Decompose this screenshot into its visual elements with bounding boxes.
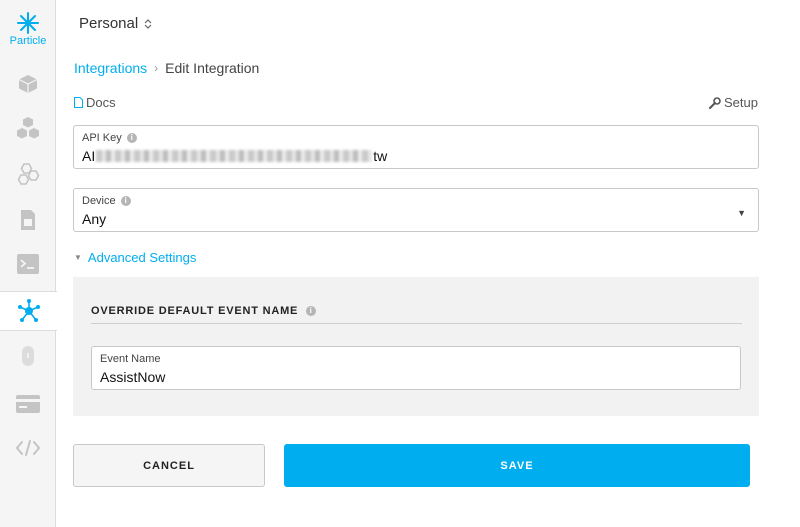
redacted-key xyxy=(96,150,373,162)
document-icon xyxy=(74,97,83,108)
docs-label: Docs xyxy=(86,95,116,110)
save-button[interactable]: SAVE xyxy=(284,444,750,487)
sidebar-item-console[interactable] xyxy=(0,244,56,284)
breadcrumb-integrations-link[interactable]: Integrations xyxy=(74,60,147,76)
api-key-suffix: tw xyxy=(373,148,388,164)
advanced-settings-toggle[interactable]: ▼ Advanced Settings xyxy=(74,250,196,265)
org-selector[interactable]: Personal xyxy=(79,15,152,32)
terminal-icon xyxy=(17,254,39,274)
cubes-icon xyxy=(17,117,39,139)
org-name: Personal xyxy=(79,15,139,32)
sidebar-item-authentication[interactable] xyxy=(0,336,56,376)
caret-down-icon: ▼ xyxy=(737,208,746,218)
sidebar-item-mesh[interactable] xyxy=(0,154,56,194)
device-label: Device xyxy=(82,195,116,207)
breadcrumb: Integrations › Edit Integration xyxy=(74,60,259,76)
sidebar-item-products[interactable] xyxy=(0,108,56,148)
particle-star-icon xyxy=(17,12,39,34)
breadcrumb-current: Edit Integration xyxy=(165,60,260,76)
wrench-icon xyxy=(709,96,721,109)
event-name-value: AssistNow xyxy=(100,369,166,385)
divider xyxy=(91,323,742,324)
info-icon[interactable]: i xyxy=(120,196,131,206)
event-name-label: Event Name xyxy=(100,353,161,365)
particle-logo[interactable]: Particle xyxy=(0,12,56,58)
breadcrumb-separator: › xyxy=(154,61,159,75)
sidebar-item-code[interactable] xyxy=(0,428,56,468)
api-key-label: API Key xyxy=(82,132,122,144)
section-title-text: OVERRIDE DEFAULT EVENT NAME xyxy=(91,305,299,317)
sidebar-item-sim-cards[interactable] xyxy=(0,200,56,240)
hexagons-icon xyxy=(17,163,40,185)
sidebar-item-billing[interactable] xyxy=(0,384,56,424)
triangle-down-icon: ▼ xyxy=(74,253,82,262)
api-key-value: AI tw xyxy=(82,148,387,164)
info-icon[interactable]: i xyxy=(126,133,137,143)
device-label-row: Device i xyxy=(82,195,131,207)
docs-link[interactable]: Docs xyxy=(74,95,116,110)
chevron-up-down-icon xyxy=(144,18,152,29)
api-key-label-row: API Key i xyxy=(82,132,137,144)
setup-label: Setup xyxy=(724,95,758,110)
api-key-prefix: AI xyxy=(82,148,96,164)
event-name-field[interactable]: Event Name AssistNow xyxy=(91,346,741,390)
advanced-settings-label: Advanced Settings xyxy=(87,250,197,265)
cube-icon xyxy=(18,75,38,93)
info-icon[interactable]: i xyxy=(306,306,317,316)
key-fob-icon xyxy=(22,346,34,366)
api-key-field[interactable]: API Key i AI tw xyxy=(73,125,759,169)
credit-card-icon xyxy=(16,395,40,413)
sim-card-icon xyxy=(21,210,35,230)
device-select[interactable]: Device i Any ▼ xyxy=(73,188,759,232)
device-value: Any xyxy=(82,211,107,227)
cancel-button[interactable]: CANCEL xyxy=(73,444,265,487)
section-title: OVERRIDE DEFAULT EVENT NAME i xyxy=(91,305,317,317)
advanced-settings-panel: OVERRIDE DEFAULT EVENT NAME i Event Name… xyxy=(73,277,759,416)
integrations-icon xyxy=(17,299,40,322)
setup-link[interactable]: Setup xyxy=(709,95,758,110)
sidebar-item-devices[interactable] xyxy=(0,64,56,104)
code-icon xyxy=(15,440,41,456)
sidebar: Particle xyxy=(0,0,57,527)
sidebar-item-integrations[interactable] xyxy=(0,291,57,331)
logo-text: Particle xyxy=(9,35,47,47)
